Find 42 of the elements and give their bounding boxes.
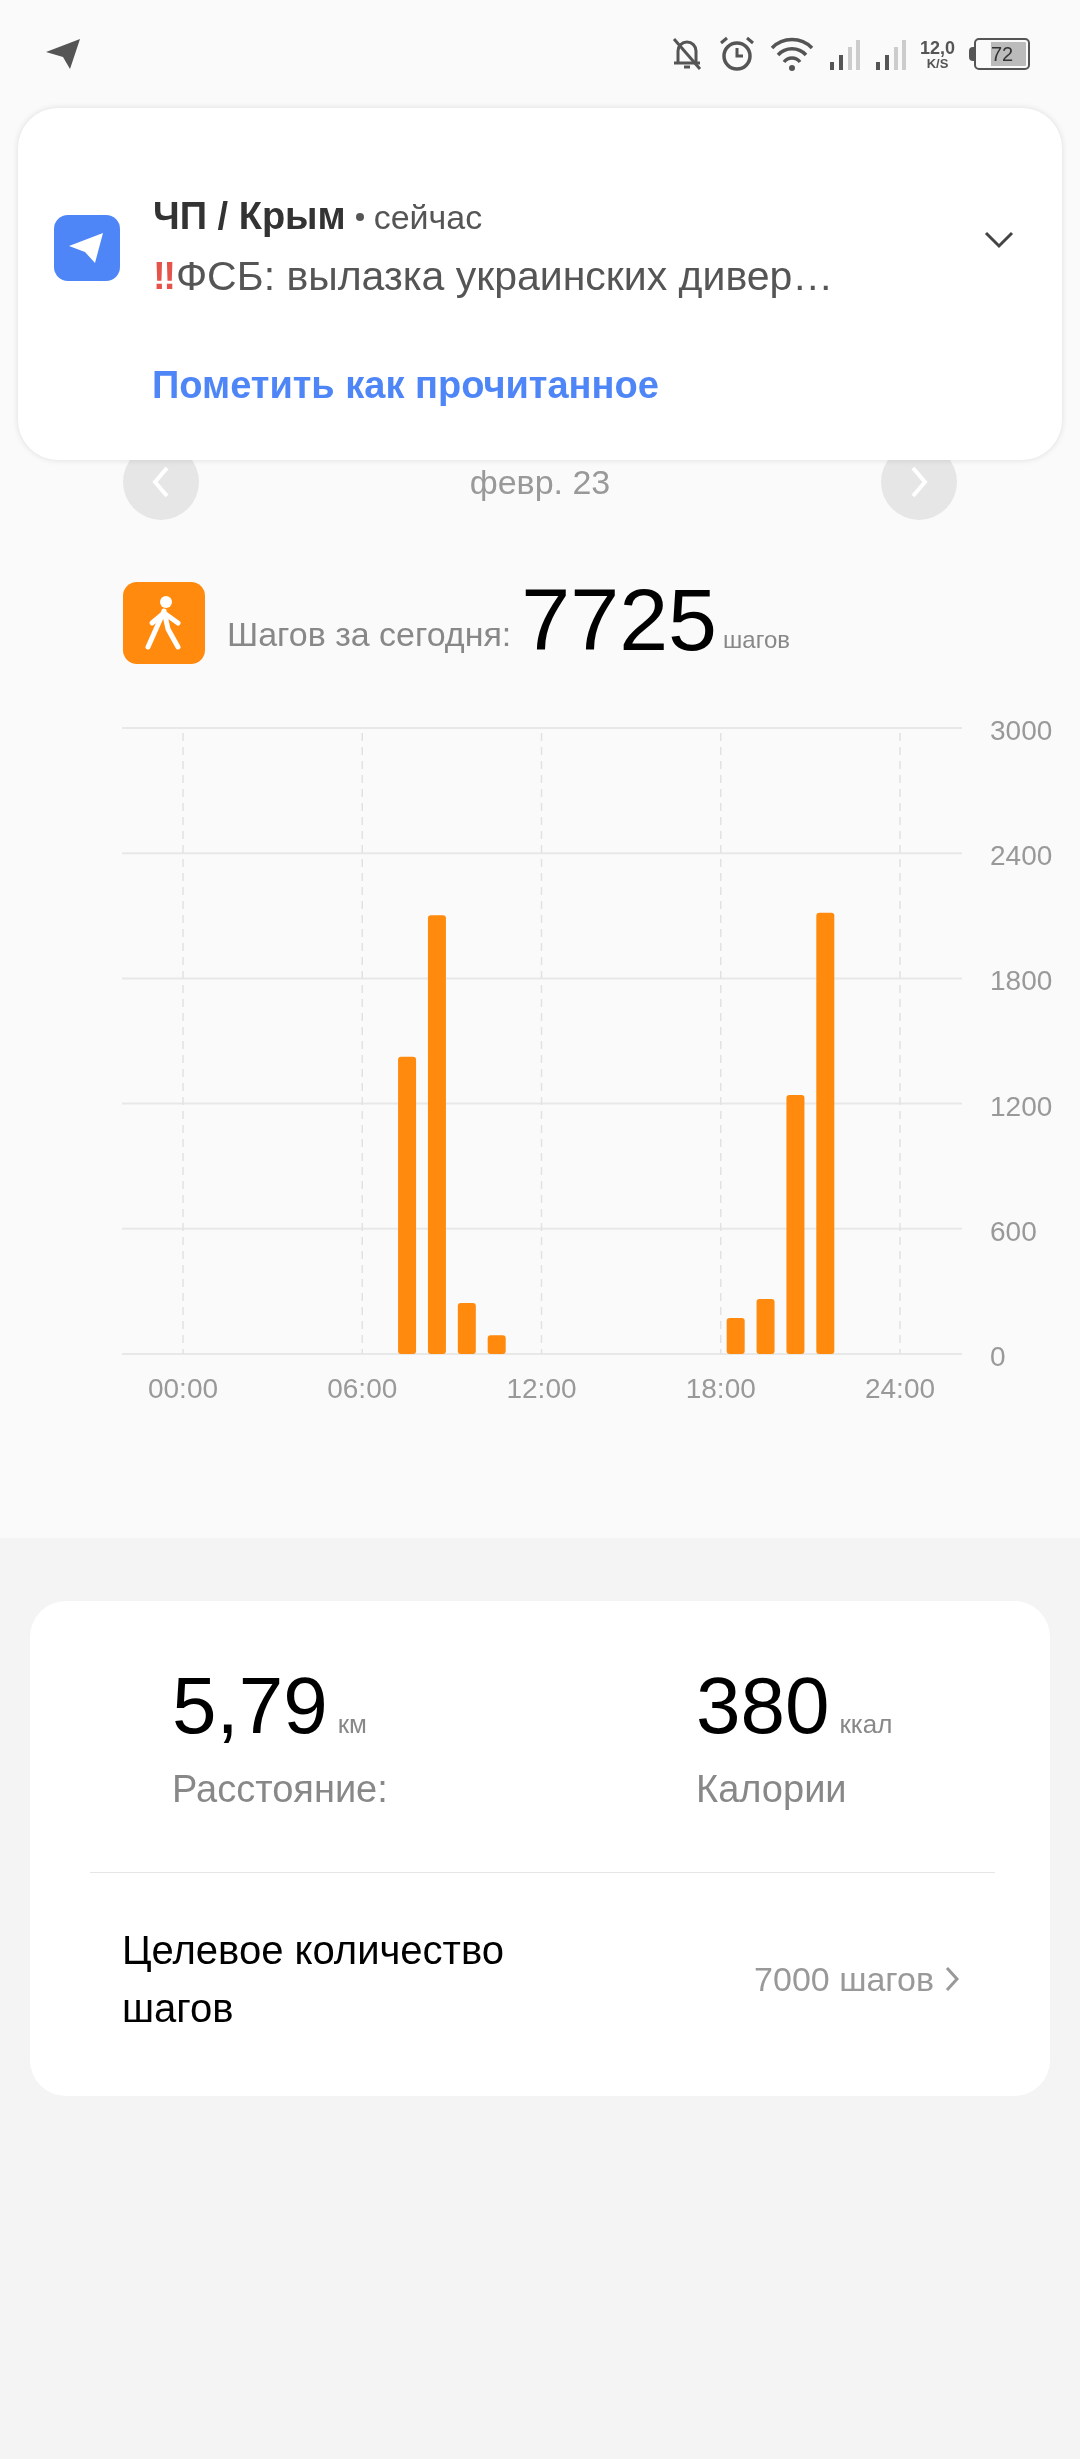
y-axis-label: 0	[990, 1341, 1006, 1372]
wifi-icon	[769, 36, 814, 72]
goal-label: Целевое количество шагов	[122, 1927, 505, 2032]
x-axis-label: 06:00	[327, 1373, 398, 1404]
x-axis-label: 18:00	[685, 1373, 756, 1404]
notification-card[interactable]: ЧП / Крым сейчас ‼ФСБ: вылазка украинских дивер… Пометить как прочитанное	[18, 108, 1062, 460]
steps-value: 7725	[521, 576, 718, 664]
signal-icon	[873, 38, 906, 70]
app-icon	[54, 215, 120, 281]
x-axis-label: 00:00	[147, 1373, 219, 1404]
distance-unit: км	[337, 1708, 367, 1741]
chevron-left-icon	[151, 465, 171, 499]
date-label: февр. 23	[469, 461, 611, 503]
calories-label: Калории	[696, 1767, 847, 1812]
walking-icon	[123, 582, 205, 664]
x-axis-label: 12:00	[506, 1373, 577, 1404]
y-axis-label: 1200	[990, 1090, 1053, 1122]
alarm-clock-icon	[717, 35, 756, 73]
goal-value: 7000 шагов	[754, 1958, 934, 2000]
x-axis-label: 24:00	[864, 1373, 936, 1404]
battery-indicator: 72	[969, 38, 1030, 70]
notification-time: сейчас	[373, 197, 483, 238]
calories-unit: ккал	[839, 1708, 893, 1741]
notification-title: ЧП / Крым	[153, 194, 346, 239]
alert-glyph: ‼	[153, 254, 176, 300]
chevron-right-icon	[909, 465, 929, 499]
speed-unit: K/S	[926, 56, 949, 70]
distance-value: 5,79	[172, 1666, 328, 1746]
notification-message: ФСБ: вылазка украинских дивер…	[175, 252, 834, 301]
steps-unit: шагов	[723, 625, 790, 655]
signal-icon	[827, 38, 860, 70]
goal-row[interactable]: Целевое количество шагов 7000 шагов	[122, 1921, 960, 2037]
network-speed: 12,0	[919, 38, 955, 57]
distance-label: Расстояние:	[172, 1767, 388, 1812]
steps-label: Шагов за сегодня:	[227, 614, 512, 655]
chevron-down-icon[interactable]	[983, 230, 1015, 250]
y-axis-label: 3000	[990, 715, 1053, 746]
y-axis-label: 600	[990, 1215, 1037, 1247]
y-axis-label: 1800	[990, 965, 1053, 997]
calories-value: 380	[696, 1666, 830, 1746]
y-axis-label: 2400	[990, 840, 1053, 872]
chevron-right-icon	[944, 1965, 960, 1993]
